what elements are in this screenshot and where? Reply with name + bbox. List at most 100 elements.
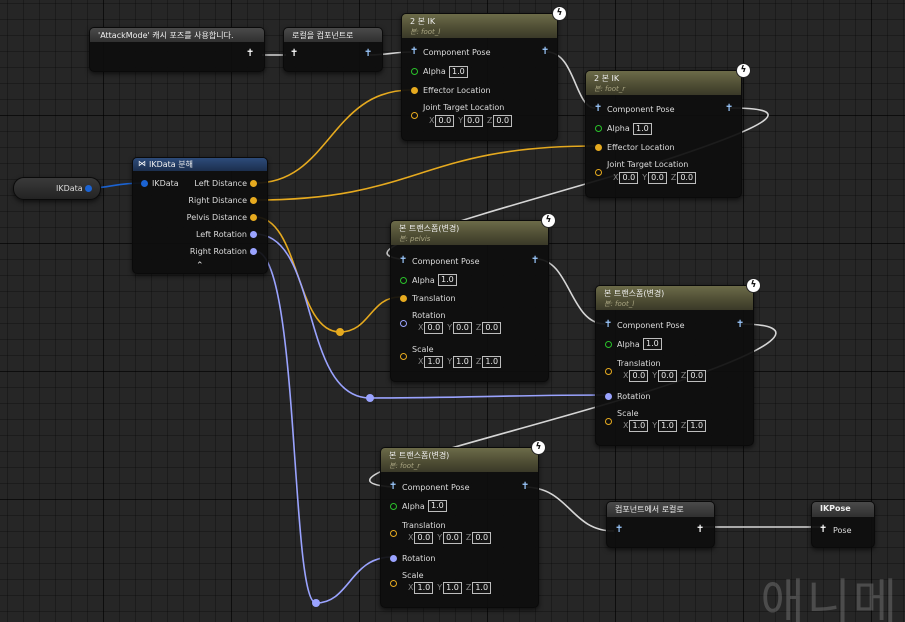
alpha-field[interactable]: 1.0 <box>642 338 666 350</box>
left-distance-pin[interactable] <box>250 180 257 187</box>
rotation-xyz[interactable]: X 0.0 Y 0.0 Z 0.0 <box>418 322 505 334</box>
break-struct-icon: ⋈ <box>138 159 146 168</box>
pin-label: Right Rotation <box>189 247 247 256</box>
node-subtitle: 본: foot_l <box>604 300 635 308</box>
two-bone-ik-foot-r-node[interactable]: 2 본 IK 본: foot_r ϟ ✝ Component Pose ✝ Alp… <box>585 63 751 198</box>
alpha-label: Alpha <box>412 276 435 285</box>
translation-pin[interactable] <box>390 530 397 537</box>
pin-label: Left Distance <box>194 179 247 188</box>
scale-pin[interactable] <box>390 580 397 587</box>
alpha-pin[interactable] <box>595 125 602 132</box>
pelvis-distance-pin[interactable] <box>250 214 257 221</box>
component-to-local-node[interactable]: 컴포넌트에서 로컬로 ✝ ✝ <box>606 501 715 548</box>
scale-pin[interactable] <box>400 353 407 360</box>
local-to-component-node[interactable]: 로컬을 컴포넌트로 ✝ ✝ <box>283 27 383 72</box>
rotation-pin[interactable] <box>390 555 397 562</box>
node-header: 본 트랜스폼(변경) 본: pelvis <box>391 221 548 245</box>
scale-xyz[interactable]: X 1.0 Y 1.0 Z 1.0 <box>623 420 710 432</box>
joint-target-xyz[interactable]: X 0.0 Y 0.0 Z 0.0 <box>429 115 516 127</box>
joint-target-xyz[interactable]: X 0.0 Y 0.0 Z 0.0 <box>613 172 700 184</box>
alpha-field[interactable]: 1.0 <box>427 500 451 512</box>
pin-label: Rotation <box>402 554 436 563</box>
alpha-field[interactable]: 1.0 <box>437 274 461 286</box>
rotation-pin[interactable] <box>400 320 407 327</box>
scale-xyz[interactable]: X 1.0 Y 1.0 Z 1.0 <box>418 356 505 368</box>
use-cached-pose-node[interactable]: 'AttackMode' 캐시 포즈를 사용합니다. ✝ <box>89 27 265 72</box>
alpha-pin[interactable] <box>605 341 612 348</box>
scale-xyz[interactable]: X 1.0 Y 1.0 Z 1.0 <box>408 582 495 594</box>
pose-output-pin[interactable]: ✝ <box>736 320 744 330</box>
struct-input-pin[interactable] <box>141 180 148 187</box>
pose-input-pin[interactable]: ✝ <box>410 47 418 57</box>
alpha-pin[interactable] <box>411 68 418 75</box>
lightning-icon: ϟ <box>552 6 567 21</box>
pose-output-pin[interactable]: ✝ <box>521 482 529 492</box>
lightning-icon: ϟ <box>746 278 761 293</box>
pin-label: Translation <box>412 294 456 303</box>
anim-graph-canvas[interactable]: 'AttackMode' 캐시 포즈를 사용합니다. ✝ 로컬을 컴포넌트로 ✝… <box>0 0 905 622</box>
lightning-icon: ϟ <box>541 213 556 228</box>
node-header: 로컬을 컴포넌트로 <box>284 28 382 42</box>
alpha-label: Alpha <box>402 502 425 511</box>
rotation-pin[interactable] <box>605 393 612 400</box>
pin-label: Right Distance <box>188 196 247 205</box>
pose-input-pin[interactable]: ✝ <box>819 525 827 535</box>
pin-label: IKData <box>152 179 179 188</box>
collapse-chevron-icon[interactable]: ⌃ <box>196 261 204 271</box>
node-subtitle: 본: pelvis <box>399 235 431 243</box>
effector-pin[interactable] <box>411 87 418 94</box>
translation-xyz[interactable]: X 0.0 Y 0.0 Z 0.0 <box>623 370 710 382</box>
break-ikdata-node[interactable]: IKData 분해 ⋈ IKData Left Distance Right Di… <box>132 157 268 274</box>
pose-input-pin[interactable]: ✝ <box>594 104 602 114</box>
joint-target-pin[interactable] <box>411 112 418 119</box>
reroute-knot <box>312 599 320 607</box>
right-distance-pin[interactable] <box>250 197 257 204</box>
pin-label: Rotation <box>412 311 446 320</box>
pin-label: Component Pose <box>423 48 491 57</box>
pose-input-pin[interactable]: ✝ <box>615 525 623 535</box>
watermark-text: 애니메 <box>760 574 899 622</box>
wire-vector <box>254 145 596 201</box>
pin-label: Effector Location <box>607 143 675 152</box>
pose-output-pin[interactable]: ✝ <box>364 49 372 59</box>
joint-target-pin[interactable] <box>595 169 602 176</box>
node-subtitle: 본: foot_r <box>594 85 626 93</box>
alpha-field[interactable]: 1.0 <box>632 123 656 135</box>
pose-input-pin[interactable]: ✝ <box>604 320 612 330</box>
transform-bone-foot-l-node[interactable]: 본 트랜스폼(변경) 본: foot_l ϟ ✝ Component Pose ✝… <box>595 278 761 446</box>
pose-output-pin[interactable]: ✝ <box>541 47 549 57</box>
pin-label: Translation <box>617 359 661 368</box>
node-subtitle: 본: foot_r <box>389 462 421 470</box>
two-bone-ik-foot-l-node[interactable]: 2 본 IK 본: foot_l ϟ ✝ Component Pose ✝ Alp… <box>401 6 567 141</box>
translation-pin[interactable] <box>400 295 407 302</box>
pin-label: Component Pose <box>412 257 480 266</box>
pose-input-pin[interactable]: ✝ <box>399 256 407 266</box>
node-header: IKData 분해 ⋈ <box>133 158 267 171</box>
left-rotation-pin[interactable] <box>250 231 257 238</box>
alpha-pin[interactable] <box>390 503 397 510</box>
lightning-icon: ϟ <box>531 440 546 455</box>
translation-xyz[interactable]: X 0.0 Y 0.0 Z 0.0 <box>408 532 495 544</box>
transform-bone-foot-r-node[interactable]: 본 트랜스폼(변경) 본: foot_r ϟ ✝ Component Pose ✝… <box>380 440 546 608</box>
alpha-label: Alpha <box>607 124 630 133</box>
pose-input-pin[interactable]: ✝ <box>389 482 397 492</box>
pose-output-pin[interactable]: ✝ <box>531 256 539 266</box>
alpha-pin[interactable] <box>400 277 407 284</box>
node-subtitle: 본: foot_l <box>410 28 441 36</box>
pin-label: Left Rotation <box>195 230 247 239</box>
pose-input-pin[interactable]: ✝ <box>290 49 298 59</box>
alpha-field[interactable]: 1.0 <box>448 66 472 78</box>
translation-pin[interactable] <box>605 368 612 375</box>
struct-output-pin[interactable] <box>85 185 92 192</box>
output-pose-node[interactable]: IKPose ✝ Pose <box>811 501 875 548</box>
right-rotation-pin[interactable] <box>250 248 257 255</box>
effector-pin[interactable] <box>595 144 602 151</box>
ikdata-variable-node[interactable]: IKData <box>13 177 101 200</box>
pose-output-pin[interactable]: ✝ <box>696 525 704 535</box>
transform-bone-pelvis-node[interactable]: 본 트랜스폼(변경) 본: pelvis ϟ ✝ Component Pose ✝… <box>390 213 556 382</box>
scale-pin[interactable] <box>605 418 612 425</box>
pose-output-pin[interactable]: ✝ <box>725 104 733 114</box>
node-title: IKData 분해 <box>149 160 193 169</box>
pose-output-pin[interactable]: ✝ <box>246 49 254 59</box>
alpha-label: Alpha <box>423 67 446 76</box>
